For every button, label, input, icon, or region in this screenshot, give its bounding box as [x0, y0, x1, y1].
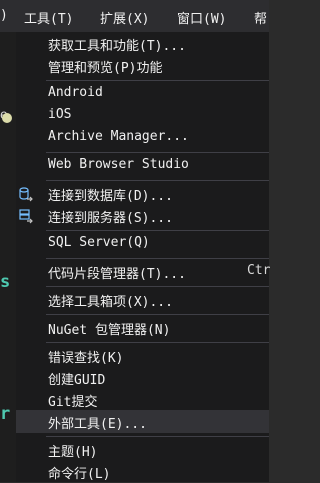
- server-connect-icon: [19, 209, 33, 224]
- menu-item-label: Archive Manager...: [48, 129, 189, 144]
- tools-dropdown-menu: 获取工具和功能(T)... 管理和预览(P)功能 Android iOS Arc…: [16, 32, 271, 483]
- menu-item-android[interactable]: Android: [16, 82, 269, 105]
- menu-item-label: NuGet 包管理器(N): [48, 323, 171, 338]
- menu-separator: [46, 258, 269, 259]
- menu-separator: [46, 230, 269, 231]
- menu-tools[interactable]: 工具(T): [24, 8, 73, 27]
- menu-separator: [46, 342, 269, 343]
- menu-item-label: 命令行(L): [48, 467, 111, 482]
- menu-bar-item-cutoff[interactable]: ): [0, 8, 8, 23]
- menu-item-create-guid[interactable]: 创建GUID: [16, 366, 269, 389]
- menu-separator: [46, 152, 269, 153]
- database-connect-icon: [19, 187, 33, 202]
- menu-item-label: 主题(H): [48, 445, 98, 460]
- menu-help[interactable]: 帮: [254, 8, 267, 27]
- menu-item-ios[interactable]: iOS: [16, 104, 269, 127]
- menu-extensions[interactable]: 扩展(X): [100, 8, 149, 27]
- menu-item-theme[interactable]: 主题(H): [16, 438, 269, 461]
- menu-item-external-tools[interactable]: 外部工具(E)...: [16, 410, 269, 433]
- editor-text-fragment: s: [0, 272, 11, 292]
- menu-item-label: 连接到服务器(S)...: [48, 211, 173, 226]
- menu-item-label: iOS: [48, 107, 72, 122]
- menu-item-label: 选择工具箱项(X)...: [48, 295, 173, 310]
- menu-separator: [46, 286, 269, 287]
- menu-separator: [46, 180, 269, 181]
- editor-text-fragment: r: [0, 404, 11, 424]
- menu-item-connect-database[interactable]: 连接到数据库(D)...: [16, 182, 269, 205]
- menu-item-get-tools[interactable]: 获取工具和功能(T)...: [16, 32, 269, 55]
- menu-item-label: Web Browser Studio: [48, 157, 189, 172]
- editor-background-strip: ge s r: [0, 32, 16, 482]
- menu-item-label: 创建GUID: [48, 373, 106, 388]
- menu-item-command-line[interactable]: 命令行(L): [16, 460, 269, 483]
- menu-item-nuget-package-manager[interactable]: NuGet 包管理器(N): [16, 316, 269, 339]
- menu-separator: [46, 80, 269, 81]
- menu-item-web-browser-studio[interactable]: Web Browser Studio: [16, 154, 269, 177]
- menu-item-error-lookup[interactable]: 错误查找(K): [16, 344, 269, 367]
- menu-item-archive-manager[interactable]: Archive Manager...: [16, 126, 269, 149]
- menu-item-label: Git提交: [48, 395, 98, 410]
- menu-item-label: 获取工具和功能(T)...: [48, 39, 186, 54]
- menu-item-shortcut: Ctr: [247, 263, 271, 278]
- menu-separator: [46, 436, 269, 437]
- status-dot: [2, 113, 12, 123]
- menu-item-sql-server[interactable]: SQL Server(Q): [16, 232, 269, 255]
- menu-item-label: 外部工具(E)...: [48, 417, 147, 432]
- menu-item-label: 代码片段管理器(T)...: [48, 267, 186, 282]
- menu-item-code-snippets-manager[interactable]: 代码片段管理器(T)... Ctr: [16, 260, 271, 283]
- menu-item-label: 管理和预览(P)功能: [48, 61, 163, 76]
- menu-item-choose-toolbox-items[interactable]: 选择工具箱项(X)...: [16, 288, 269, 311]
- menu-item-label: SQL Server(Q): [48, 235, 150, 250]
- menu-item-git-commit[interactable]: Git提交: [16, 388, 269, 411]
- menu-separator: [46, 314, 269, 315]
- menu-item-label: Android: [48, 85, 103, 100]
- menu-item-label: 连接到数据库(D)...: [48, 189, 173, 204]
- menu-item-manage-preview[interactable]: 管理和预览(P)功能: [16, 54, 269, 77]
- menu-bar: ) 工具(T) 扩展(X) 窗口(W) 帮: [0, 0, 269, 32]
- menu-item-connect-server[interactable]: 连接到服务器(S)...: [16, 204, 269, 227]
- menu-item-label: 错误查找(K): [48, 351, 124, 366]
- menu-window[interactable]: 窗口(W): [177, 8, 226, 27]
